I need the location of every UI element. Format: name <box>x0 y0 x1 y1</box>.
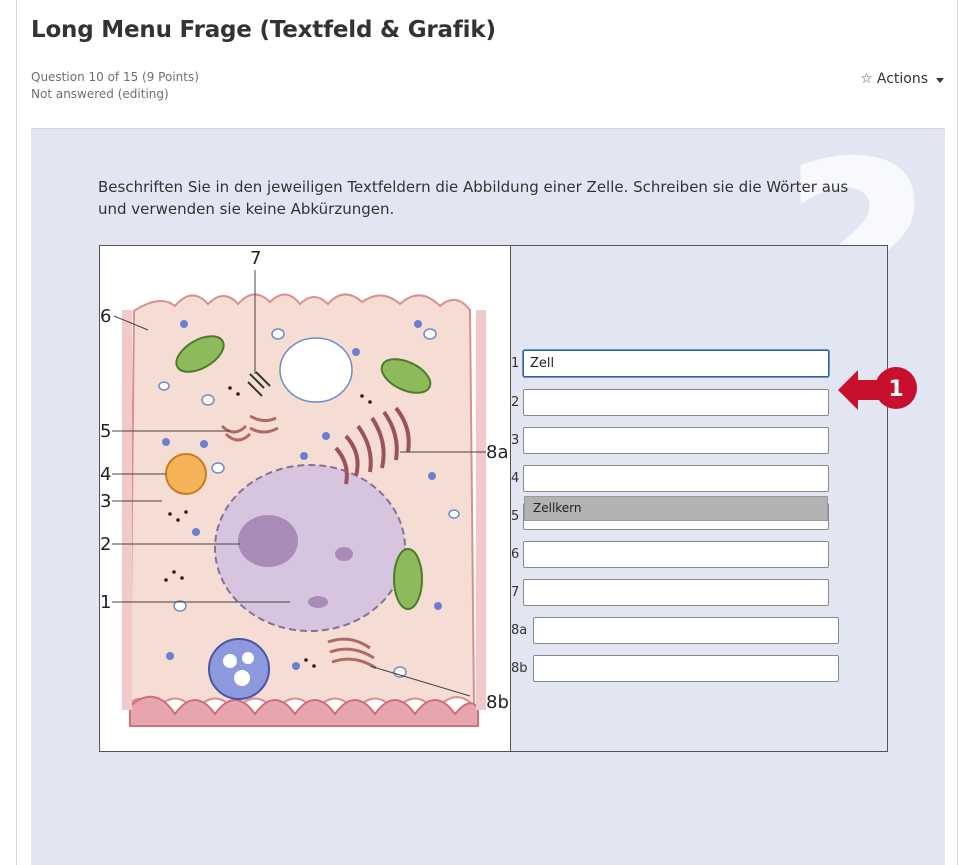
autocomplete-suggestion[interactable]: Zellkern <box>524 496 828 521</box>
vesicle-cluster <box>208 638 270 700</box>
gap-input-1[interactable] <box>523 350 829 377</box>
question-info: Question 10 of 15 (9 Points) <box>31 70 199 84</box>
gap-number: 6 <box>511 547 520 562</box>
mitochondrion <box>393 548 423 610</box>
chromatin-spot <box>308 596 328 608</box>
vacuole <box>279 337 353 403</box>
diagram-label: 3 <box>100 491 111 512</box>
chromatin-spot <box>335 547 353 561</box>
vesicle <box>234 670 250 686</box>
gap-row: 3 <box>511 427 829 454</box>
nucleolus <box>238 515 298 567</box>
cell-diagram: 7 6 5 4 3 2 1 8a 8b <box>100 248 509 727</box>
vesicle <box>242 652 254 664</box>
gap-number: 1 <box>511 356 520 371</box>
cell-wall-left <box>122 310 132 710</box>
diagram-label: 8a <box>486 442 508 463</box>
gap-row: 8b <box>511 655 839 682</box>
gap-input-4[interactable] <box>523 465 829 492</box>
diagram-label: 6 <box>100 306 111 327</box>
question-status: Not answered (editing) <box>31 87 169 101</box>
diagram-label: 1 <box>100 592 111 613</box>
gap-number: 8a <box>511 623 528 638</box>
cell-wall-right <box>476 310 486 710</box>
lysosome <box>165 453 207 495</box>
gap-row: 2 <box>511 389 829 416</box>
question-meta: Question 10 of 15 (9 Points) Not answere… <box>31 69 199 103</box>
gap-input-7[interactable] <box>523 579 829 606</box>
actions-dropdown[interactable]: ☆ Actions <box>860 71 944 87</box>
gap-row: 4 <box>511 465 829 492</box>
diagram-label: 4 <box>100 464 111 485</box>
chevron-down-icon <box>936 77 944 83</box>
gap-input-2[interactable] <box>523 389 829 416</box>
diagram-label: 2 <box>100 534 111 555</box>
cell-image: 7 6 5 4 3 2 1 8a 8b <box>100 246 511 751</box>
gap-row: 8a <box>511 617 839 644</box>
gap-input-6[interactable] <box>523 541 829 568</box>
gap-row: 1 <box>511 350 829 377</box>
question-text: Beschriften Sie in den jeweiligen Textfe… <box>98 178 849 218</box>
callout-marker: 1 <box>838 367 917 410</box>
vesicle <box>223 654 237 668</box>
callout-number: 1 <box>888 377 903 402</box>
gap-number: 7 <box>511 585 520 600</box>
star-outline-icon: ☆ <box>860 71 873 87</box>
diagram-label: 7 <box>250 248 261 269</box>
gap-input-8b[interactable] <box>533 655 839 682</box>
gap-input-3[interactable] <box>523 427 829 454</box>
gap-number: 8b <box>511 661 528 676</box>
gap-number: 5 <box>511 509 520 524</box>
gap-number: 4 <box>511 471 520 486</box>
question-panel: ? Beschriften Sie in den jeweiligen Text… <box>31 128 945 865</box>
actions-label: Actions <box>876 71 928 87</box>
gap-row: 6 <box>511 541 829 568</box>
gap-number: 3 <box>511 433 520 448</box>
gap-input-8a[interactable] <box>533 617 839 644</box>
diagram-label: 8b <box>486 692 509 713</box>
long-menu-container: 7 6 5 4 3 2 1 8a 8b 1 2 3 <box>99 245 888 752</box>
page-title: Long Menu Frage (Textfeld & Grafik) <box>31 17 496 43</box>
diagram-label: 5 <box>100 421 111 442</box>
gap-row: 7 <box>511 579 829 606</box>
gap-number: 2 <box>511 395 520 410</box>
